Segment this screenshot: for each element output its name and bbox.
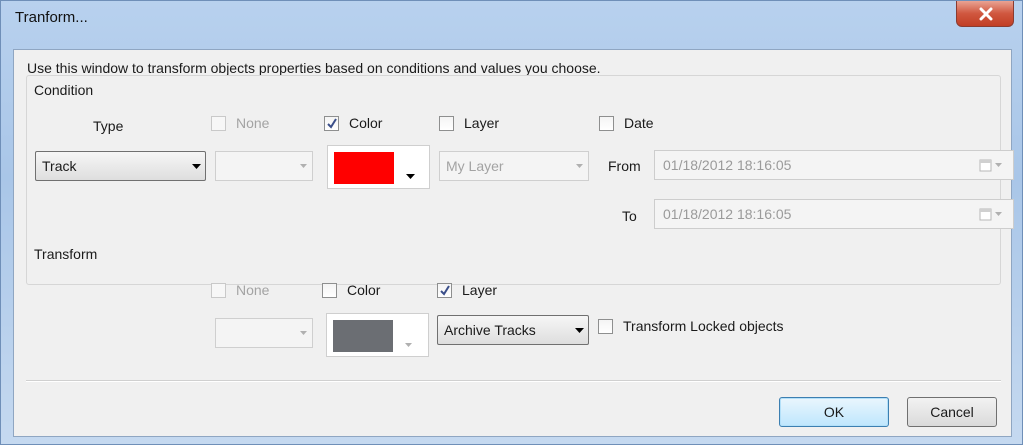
from-date-picker[interactable]: 01/18/2012 18:16:05 bbox=[654, 150, 1014, 180]
transform-layer-dropdown[interactable]: Archive Tracks bbox=[437, 315, 589, 345]
calendar-icon bbox=[979, 158, 1013, 172]
from-label: From bbox=[608, 158, 641, 174]
checkmark-icon bbox=[440, 284, 450, 296]
checkbox-box bbox=[599, 115, 614, 131]
checkbox-box bbox=[211, 115, 226, 131]
from-date-value: 01/18/2012 18:16:05 bbox=[663, 157, 792, 173]
checkbox-label: Color bbox=[347, 282, 381, 298]
type-label: Type bbox=[93, 118, 124, 134]
condition-group-label: Condition bbox=[34, 82, 94, 98]
color-swatch bbox=[333, 320, 393, 352]
transform-layer-checkbox[interactable]: Layer bbox=[437, 282, 497, 298]
close-icon bbox=[979, 7, 993, 21]
condition-none-checkbox[interactable]: None bbox=[211, 115, 269, 131]
checkbox-label: Layer bbox=[464, 115, 500, 131]
checkbox-label: Date bbox=[624, 115, 654, 131]
checkbox-label: Layer bbox=[462, 282, 498, 298]
checkbox-label: Color bbox=[349, 115, 383, 131]
to-label: To bbox=[622, 208, 637, 224]
checkbox-label: Transform Locked objects bbox=[623, 318, 784, 334]
condition-none-dropdown[interactable] bbox=[215, 151, 313, 181]
dialog-body: Use this window to transform objects pro… bbox=[13, 49, 1014, 437]
checkbox-box bbox=[439, 115, 454, 131]
instruction-text: Use this window to transform objects pro… bbox=[27, 60, 601, 76]
condition-date-checkbox[interactable]: Date bbox=[599, 115, 654, 131]
transform-color-checkbox[interactable]: Color bbox=[322, 282, 380, 298]
transform-none-dropdown[interactable] bbox=[215, 318, 313, 348]
layer-dropdown-value: My Layer bbox=[446, 158, 504, 174]
chevron-down-icon bbox=[187, 152, 205, 180]
chevron-down-icon bbox=[294, 152, 312, 180]
chevron-down-icon bbox=[570, 152, 588, 180]
to-date-picker[interactable]: 01/18/2012 18:16:05 bbox=[654, 199, 1014, 229]
chevron-down-icon bbox=[405, 334, 412, 350]
to-date-value: 01/18/2012 18:16:05 bbox=[663, 206, 792, 222]
checkbox-box bbox=[598, 318, 613, 334]
checkbox-label: None bbox=[236, 282, 270, 298]
type-dropdown-value: Track bbox=[42, 158, 77, 174]
condition-layer-checkbox[interactable]: Layer bbox=[439, 115, 499, 131]
transform-group-label: Transform bbox=[34, 246, 98, 262]
checkbox-box bbox=[437, 282, 452, 298]
transform-dialog: Tranform... Use this window to transform… bbox=[0, 0, 1023, 445]
condition-layer-dropdown[interactable]: My Layer bbox=[439, 151, 589, 181]
color-swatch bbox=[334, 152, 394, 184]
transform-color-picker[interactable] bbox=[326, 313, 429, 357]
chevron-down-icon bbox=[294, 319, 312, 347]
checkbox-box bbox=[211, 282, 226, 298]
type-dropdown[interactable]: Track bbox=[35, 151, 206, 181]
checkbox-label: None bbox=[236, 115, 270, 131]
condition-color-checkbox[interactable]: Color bbox=[324, 115, 382, 131]
transform-none-checkbox[interactable]: None bbox=[211, 282, 269, 298]
separator bbox=[26, 380, 1001, 382]
checkbox-box bbox=[324, 115, 339, 131]
calendar-icon bbox=[979, 207, 1013, 221]
transform-locked-checkbox[interactable]: Transform Locked objects bbox=[598, 318, 784, 334]
title-bar[interactable]: Tranform... bbox=[1, 1, 1022, 39]
checkbox-box bbox=[322, 282, 337, 298]
chevron-down-icon bbox=[570, 316, 588, 344]
close-button[interactable] bbox=[956, 1, 1014, 27]
cancel-button[interactable]: Cancel bbox=[907, 397, 997, 427]
ok-button[interactable]: OK bbox=[779, 397, 889, 427]
layer-dropdown-value: Archive Tracks bbox=[444, 322, 536, 338]
checkmark-icon bbox=[327, 117, 337, 129]
chevron-down-icon bbox=[406, 166, 415, 182]
condition-color-picker[interactable] bbox=[327, 145, 430, 189]
window-title: Tranform... bbox=[15, 9, 88, 26]
